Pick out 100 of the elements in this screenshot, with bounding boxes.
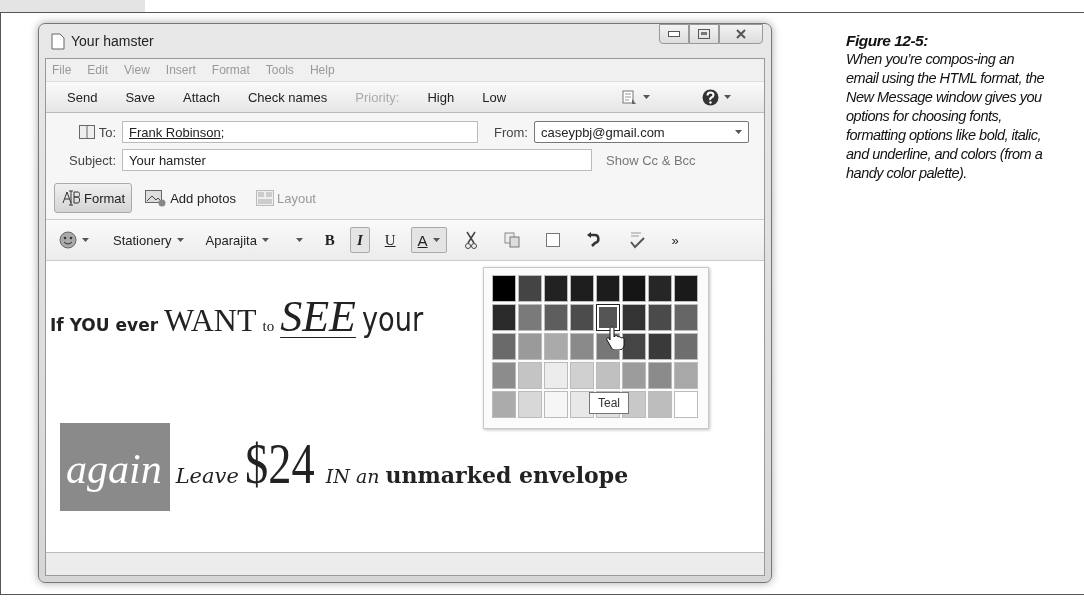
message-text: Leave	[175, 464, 239, 488]
address-book-icon	[78, 125, 95, 139]
color-swatch[interactable]	[674, 333, 698, 360]
close-button[interactable]	[719, 24, 763, 44]
undo-icon	[585, 232, 602, 248]
color-swatch[interactable]	[648, 333, 672, 360]
caret-icon	[643, 95, 650, 99]
scissors-icon	[463, 231, 478, 249]
subject-label: Subject:	[68, 152, 116, 168]
font-color-button[interactable]: A	[410, 227, 447, 253]
recipient-link[interactable]: Frank Robinson	[129, 124, 221, 140]
color-swatch[interactable]	[518, 275, 542, 302]
italic-button[interactable]: I	[349, 227, 370, 253]
caret-icon	[176, 238, 184, 242]
caret-icon	[295, 238, 303, 242]
color-swatch[interactable]	[596, 304, 620, 331]
color-swatch[interactable]	[622, 333, 646, 360]
color-swatch[interactable]	[544, 275, 568, 302]
message-text: $24	[244, 430, 315, 497]
color-swatch[interactable]	[518, 304, 542, 331]
message-text: again	[60, 423, 170, 511]
more-button[interactable]: »	[664, 227, 686, 253]
document-icon	[51, 32, 65, 50]
toolbar-button[interactable]: Low	[473, 85, 516, 109]
color-swatch[interactable]	[596, 275, 620, 302]
copy-icon	[503, 232, 520, 248]
from-label: From:	[494, 124, 528, 140]
window-title: Your hamster	[71, 33, 154, 49]
color-swatch[interactable]	[544, 304, 568, 331]
color-swatch[interactable]	[622, 362, 646, 389]
message-text: to	[262, 318, 275, 335]
color-swatch[interactable]	[622, 275, 646, 302]
color-swatch[interactable]	[648, 304, 672, 331]
caret-icon	[724, 95, 731, 99]
caret-icon	[432, 238, 440, 242]
color-swatch[interactable]	[492, 362, 516, 389]
color-swatch[interactable]	[648, 275, 672, 302]
close-icon	[736, 29, 746, 39]
help-icon	[702, 88, 719, 106]
toolbar-button[interactable]: High	[418, 85, 464, 109]
underline-button[interactable]: U	[377, 227, 403, 253]
color-swatch[interactable]	[492, 391, 516, 418]
message-text: If YOU ever	[50, 315, 159, 335]
toolbar-button[interactable]: Save	[116, 85, 164, 109]
color-tooltip: Teal	[589, 392, 629, 414]
bold-button[interactable]: B	[317, 227, 342, 253]
color-swatch[interactable]	[492, 304, 516, 331]
color-swatch[interactable]	[674, 362, 698, 389]
color-swatch[interactable]	[622, 304, 646, 331]
subject-field[interactable]: Your hamster	[122, 149, 592, 171]
figure-title: Figure 12-5:	[846, 31, 929, 50]
view-icon	[622, 89, 638, 105]
color-swatch[interactable]	[570, 362, 594, 389]
toolbar-button[interactable]: Send	[58, 85, 107, 109]
color-swatch[interactable]	[648, 362, 672, 389]
option-button[interactable]: Format	[54, 183, 133, 213]
maximize-button[interactable]	[689, 24, 719, 44]
color-swatch[interactable]	[544, 391, 568, 418]
color-swatch[interactable]	[674, 391, 698, 418]
layout-icon	[255, 190, 274, 206]
minimize-button[interactable]	[659, 24, 689, 44]
message-text: IN an	[325, 465, 380, 487]
color-swatch[interactable]	[544, 333, 568, 360]
color-swatch[interactable]	[570, 304, 594, 331]
color-swatch[interactable]	[518, 362, 542, 389]
caret-icon	[261, 238, 269, 242]
photos-icon	[145, 189, 168, 207]
color-swatch[interactable]	[674, 304, 698, 331]
option-button[interactable]: Add photos	[138, 183, 243, 213]
figure-caption: When you’re compos-ing an email using the HTML format, the New Message window gives you options for choosing fonts, formatting options like bold, italic, and underline, and colors (from a handy color palette).	[846, 51, 1045, 181]
spell-check-icon	[627, 231, 646, 249]
caret-icon	[82, 238, 89, 242]
color-swatch[interactable]	[544, 362, 568, 389]
color-swatch[interactable]	[674, 275, 698, 302]
color-swatch[interactable]	[518, 333, 542, 360]
color-swatch[interactable]	[492, 275, 516, 302]
minimize-icon	[668, 31, 680, 37]
format-text-icon	[61, 189, 81, 207]
message-text: SEE	[280, 291, 356, 342]
square-icon	[545, 233, 560, 247]
hand-cursor-icon	[606, 326, 626, 350]
color-swatch[interactable]	[518, 391, 542, 418]
from-dropdown[interactable]: caseypbj@gmail.com	[533, 121, 749, 143]
from-address: caseypbj@gmail.com	[540, 124, 665, 140]
toolbar-button[interactable]: Check names	[238, 85, 337, 109]
to-field[interactable]: Frank Robinson;	[122, 121, 478, 143]
message-text: WANT	[164, 302, 257, 339]
color-swatch[interactable]	[648, 391, 672, 418]
caret-icon	[734, 130, 742, 134]
toolbar-button[interactable]: Attach	[174, 85, 229, 109]
font-dropdown[interactable]: Aparajita	[198, 227, 276, 253]
color-swatch[interactable]	[492, 333, 516, 360]
color-swatch[interactable]	[570, 275, 594, 302]
color-swatch[interactable]	[596, 362, 620, 389]
message-text: unmarked envelope	[385, 462, 629, 488]
show-cc-bcc-link[interactable]: Show Cc & Bcc	[606, 152, 696, 168]
color-swatch[interactable]	[570, 333, 594, 360]
recipient-separator: ;	[220, 124, 225, 140]
stationery-dropdown[interactable]: Stationery	[106, 227, 191, 253]
smiley-icon	[59, 231, 77, 249]
